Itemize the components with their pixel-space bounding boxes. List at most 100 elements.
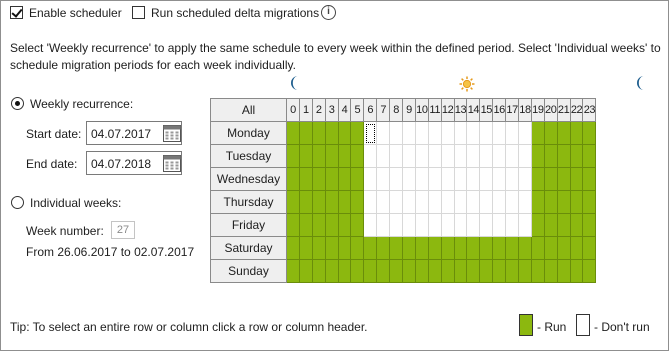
idle-cell[interactable] <box>363 144 378 168</box>
hour-header[interactable]: 22 <box>569 98 584 122</box>
run-cell[interactable] <box>556 144 571 168</box>
idle-cell[interactable] <box>492 213 507 237</box>
idle-cell[interactable] <box>414 121 429 145</box>
run-cell[interactable] <box>350 144 365 168</box>
hour-header[interactable]: 20 <box>543 98 558 122</box>
day-header[interactable]: Tuesday <box>210 144 287 168</box>
run-cell[interactable] <box>492 236 507 260</box>
idle-cell[interactable] <box>376 167 391 191</box>
idle-cell[interactable] <box>363 190 378 214</box>
run-cell[interactable] <box>427 236 442 260</box>
idle-cell[interactable] <box>453 190 468 214</box>
run-cell[interactable] <box>286 144 300 168</box>
idle-cell[interactable] <box>518 121 532 145</box>
run-cell[interactable] <box>569 167 584 191</box>
idle-cell[interactable] <box>402 121 416 145</box>
run-cell[interactable] <box>376 236 391 260</box>
hour-header[interactable]: 17 <box>505 98 520 122</box>
run-cell[interactable] <box>286 236 300 260</box>
run-cell[interactable] <box>466 259 481 283</box>
run-cell[interactable] <box>324 121 339 145</box>
idle-cell[interactable] <box>479 121 494 145</box>
idle-cell[interactable] <box>505 144 520 168</box>
run-cell[interactable] <box>530 259 545 283</box>
idle-cell[interactable] <box>414 213 429 237</box>
run-cell[interactable] <box>530 213 545 237</box>
delta-migrations-label[interactable]: Run scheduled delta migrations <box>151 6 319 20</box>
run-cell[interactable] <box>453 236 468 260</box>
run-cell[interactable] <box>582 144 597 168</box>
run-cell[interactable] <box>311 121 326 145</box>
idle-cell[interactable] <box>453 213 468 237</box>
run-cell[interactable] <box>298 213 313 237</box>
run-cell[interactable] <box>363 259 378 283</box>
run-cell[interactable] <box>440 236 455 260</box>
run-cell[interactable] <box>298 236 313 260</box>
idle-cell[interactable] <box>402 167 416 191</box>
run-cell[interactable] <box>286 121 300 145</box>
idle-cell[interactable] <box>492 121 507 145</box>
idle-cell[interactable] <box>376 121 391 145</box>
idle-cell[interactable] <box>402 213 416 237</box>
run-cell[interactable] <box>440 259 455 283</box>
day-header[interactable]: Wednesday <box>210 167 287 191</box>
hour-header[interactable]: 7 <box>376 98 391 122</box>
run-cell[interactable] <box>530 167 545 191</box>
run-cell[interactable] <box>311 190 326 214</box>
hour-header[interactable]: 12 <box>440 98 455 122</box>
run-cell[interactable] <box>543 144 558 168</box>
idle-cell[interactable] <box>466 213 481 237</box>
run-cell[interactable] <box>298 144 313 168</box>
idle-cell[interactable] <box>389 213 404 237</box>
idle-cell[interactable] <box>505 167 520 191</box>
day-header[interactable]: Friday <box>210 213 287 237</box>
idle-cell[interactable] <box>440 167 455 191</box>
day-header[interactable]: Thursday <box>210 190 287 214</box>
run-cell[interactable] <box>543 190 558 214</box>
idle-cell[interactable] <box>363 213 378 237</box>
run-cell[interactable] <box>286 190 300 214</box>
hour-header[interactable]: 0 <box>286 98 300 122</box>
run-cell[interactable] <box>324 259 339 283</box>
info-icon[interactable]: i <box>321 5 336 20</box>
individual-weeks-label[interactable]: Individual weeks: <box>30 196 121 210</box>
run-cell[interactable] <box>324 144 339 168</box>
run-cell[interactable] <box>543 236 558 260</box>
run-cell[interactable] <box>324 213 339 237</box>
idle-cell[interactable] <box>505 121 520 145</box>
idle-cell[interactable] <box>466 190 481 214</box>
run-cell[interactable] <box>543 121 558 145</box>
run-cell[interactable] <box>337 190 352 214</box>
weekly-recurrence-label[interactable]: Weekly recurrence: <box>30 97 133 111</box>
idle-cell[interactable] <box>518 213 532 237</box>
run-cell[interactable] <box>466 236 481 260</box>
run-cell[interactable] <box>414 236 429 260</box>
run-cell[interactable] <box>324 190 339 214</box>
run-cell[interactable] <box>363 236 378 260</box>
run-cell[interactable] <box>453 259 468 283</box>
idle-cell[interactable] <box>440 190 455 214</box>
hour-header[interactable]: 23 <box>582 98 597 122</box>
delta-migrations-checkbox[interactable] <box>132 6 145 19</box>
run-cell[interactable] <box>479 259 494 283</box>
idle-cell[interactable] <box>376 144 391 168</box>
idle-cell[interactable] <box>505 213 520 237</box>
idle-cell[interactable] <box>453 121 468 145</box>
hour-header[interactable]: 11 <box>427 98 442 122</box>
hour-header[interactable]: 16 <box>492 98 507 122</box>
run-cell[interactable] <box>556 236 571 260</box>
idle-cell[interactable] <box>402 144 416 168</box>
run-cell[interactable] <box>569 190 584 214</box>
hour-header[interactable]: 19 <box>530 98 545 122</box>
run-cell[interactable] <box>556 213 571 237</box>
run-cell[interactable] <box>350 213 365 237</box>
hour-header[interactable]: 9 <box>402 98 416 122</box>
run-cell[interactable] <box>569 259 584 283</box>
run-cell[interactable] <box>582 167 597 191</box>
idle-cell[interactable] <box>453 167 468 191</box>
hour-header[interactable]: 14 <box>466 98 481 122</box>
run-cell[interactable] <box>530 121 545 145</box>
run-cell[interactable] <box>350 167 365 191</box>
run-cell[interactable] <box>350 259 365 283</box>
run-cell[interactable] <box>324 236 339 260</box>
